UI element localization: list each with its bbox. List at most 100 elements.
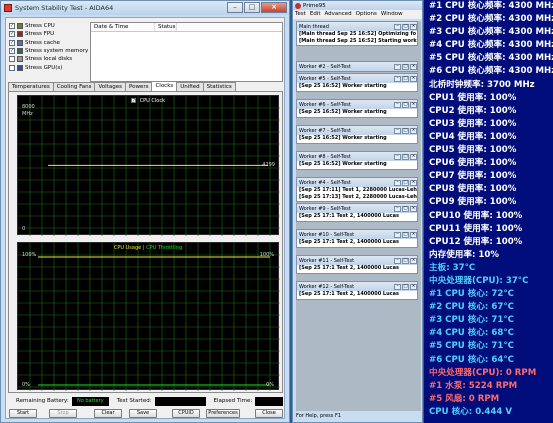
prime95-worker-window[interactable]: Worker #10 - Self-Test – □ × [Sep 25 17:1 Te… [296,229,418,248]
worker-window-titlebar[interactable]: Worker #8 - Self-Test – □ × [297,152,417,161]
tab-powers[interactable]: Powers [124,82,153,91]
maximize-button[interactable]: □ [244,2,260,13]
stress-option[interactable]: ✓ Stress cache [9,39,87,47]
prime95-worker-window[interactable]: Worker #12 - Self-Test – □ × [Sep 25 17:1 Te… [296,281,418,300]
stress-log-table[interactable]: Date & Time Status [90,22,283,82]
worker-minimize-button[interactable]: – [394,257,401,264]
prime95-worker-window[interactable]: Worker #6 - Self-Test – □ × [Sep 25 16:52] W… [296,99,418,118]
worker-minimize-button[interactable]: – [394,75,401,82]
menu-window[interactable]: Window [381,10,403,19]
worker-close-button[interactable]: × [410,257,417,264]
worker-close-button[interactable]: × [410,231,417,238]
prime95-worker-window[interactable]: Worker #8 - Self-Test – □ × [Sep 25 16:52] W… [296,151,418,170]
worker-close-button[interactable]: × [410,23,417,30]
stress-option[interactable]: ✓ Stress system memory [9,47,88,55]
worker-maximize-button[interactable]: □ [402,283,409,290]
worker-maximize-button[interactable]: □ [402,231,409,238]
cpu-clock-checkbox[interactable]: ✓ [131,98,136,104]
worker-minimize-button[interactable]: – [394,101,401,108]
aida64-titlebar[interactable]: System Stability Test - AIDA64 – □ × [1,1,289,15]
worker-window-titlebar[interactable]: Worker #10 - Self-Test – □ × [297,230,417,239]
stop-button[interactable]: Stop [49,409,77,418]
prime95-worker-window[interactable]: Worker #7 - Self-Test – □ × [Sep 25 16:52] W… [296,125,418,144]
column-header-status[interactable]: Status [155,23,177,31]
worker-maximize-button[interactable]: □ [402,127,409,134]
close-button[interactable]: Close [255,409,283,418]
worker-window-titlebar[interactable]: Worker #6 - Self-Test – □ × [297,100,417,109]
tab-statistics[interactable]: Statistics [202,82,236,91]
sensor-row: CPU4 使用率: 100% [429,131,517,142]
worker-minimize-button[interactable]: – [394,23,401,30]
start-button[interactable]: Start [9,409,37,418]
worker-window-titlebar[interactable]: Worker #4 - Self-Test – □ × [297,178,417,187]
worker-maximize-button[interactable]: □ [402,75,409,82]
worker-window-title: Worker #11 - Self-Test [299,257,355,264]
stress-checkbox[interactable]: ✓ [9,48,15,55]
prime95-worker-window[interactable]: Worker #11 - Self-Test – □ × [Sep 25 17:1 Te… [296,255,418,274]
worker-close-button[interactable]: × [410,127,417,134]
menu-advanced[interactable]: Advanced [325,10,352,19]
preferences-button[interactable]: Preferences [206,409,240,418]
prime95-worker-window[interactable]: Worker #9 - Self-Test – □ × [Sep 25 17:1 Tes… [296,203,418,222]
worker-close-button[interactable]: × [410,75,417,82]
stress-checkbox[interactable]: ✓ [9,23,15,30]
close-window-button[interactable]: × [261,2,287,13]
clear-button[interactable]: Clear [94,409,122,418]
worker-window-titlebar[interactable]: Worker #7 - Self-Test – □ × [297,126,417,135]
menu-test[interactable]: Test [295,10,306,19]
prime95-titlebar[interactable]: Prime95 [293,1,422,10]
worker-window-titlebar[interactable]: Worker #11 - Self-Test – □ × [297,256,417,265]
worker-maximize-button[interactable]: □ [402,179,409,186]
worker-window-titlebar[interactable]: Main thread – □ × [297,22,417,31]
stress-checkbox[interactable] [9,64,15,71]
worker-maximize-button[interactable]: □ [402,153,409,160]
worker-close-button[interactable]: × [410,205,417,212]
worker-maximize-button[interactable]: □ [402,63,409,70]
tab-temperatures[interactable]: Temperatures [8,82,54,91]
worker-close-button[interactable]: × [410,283,417,290]
menu-options[interactable]: Options [356,10,377,19]
stress-checkbox[interactable]: ✓ [9,31,15,38]
tab-voltages[interactable]: Voltages [94,82,126,91]
worker-minimize-button[interactable]: – [394,231,401,238]
worker-minimize-button[interactable]: – [394,127,401,134]
worker-minimize-button[interactable]: – [394,179,401,186]
worker-close-button[interactable]: × [410,63,417,70]
worker-minimize-button[interactable]: – [394,283,401,290]
worker-maximize-button[interactable]: □ [402,23,409,30]
tab-unified[interactable]: Unified [176,82,204,91]
worker-minimize-button[interactable]: – [394,63,401,70]
stress-checkbox[interactable]: ✓ [9,39,15,46]
worker-minimize-button[interactable]: – [394,205,401,212]
cpuid-button[interactable]: CPUID [172,409,200,418]
menu-edit[interactable]: Edit [310,10,321,19]
stress-option[interactable]: ✓ Stress FPU [9,30,87,38]
worker-minimize-button[interactable]: – [394,153,401,160]
stress-option[interactable]: ✓ Stress CPU [9,22,87,30]
worker-window-titlebar[interactable]: Worker #12 - Self-Test – □ × [297,282,417,291]
worker-log-line: [Sep 25 16:52] Worker starting [299,83,387,89]
prime95-worker-window[interactable]: Worker #4 - Self-Test – □ × [Sep 25 17:11] T… [296,177,418,202]
tab-clocks[interactable]: Clocks [151,81,178,91]
worker-maximize-button[interactable]: □ [402,257,409,264]
worker-maximize-button[interactable]: □ [402,205,409,212]
save-button[interactable]: Save [129,409,157,418]
prime95-worker-window[interactable]: Worker #5 - Self-Test – □ × [Sep 25 16:52] W… [296,73,418,92]
worker-window-titlebar[interactable]: Worker #9 - Self-Test – □ × [297,204,417,213]
tab-cooling-fans[interactable]: Cooling Fans [52,82,96,91]
stress-checkbox[interactable] [9,56,15,63]
stress-option[interactable]: Stress local disks [9,55,87,63]
worker-window-titlebar[interactable]: Worker #2 - Self-Test – □ × [297,62,417,71]
column-header-date-time[interactable]: Date & Time [91,23,155,31]
worker-maximize-button[interactable]: □ [402,101,409,108]
minimize-button[interactable]: – [227,2,243,13]
stress-option[interactable]: Stress GPU(s) [9,63,87,71]
worker-window-controls: – □ × [393,179,417,186]
worker-log-line: [Sep 25 17:1 Test 2, 1400000 Lucas [299,265,399,271]
worker-close-button[interactable]: × [410,153,417,160]
prime95-worker-window[interactable]: Main thread – □ × [Main thread Sep 25 16:52]… [296,21,418,46]
worker-window-titlebar[interactable]: Worker #5 - Self-Test – □ × [297,74,417,83]
worker-close-button[interactable]: × [410,179,417,186]
prime95-worker-window[interactable]: Worker #2 - Self-Test – □ × [296,61,418,72]
worker-close-button[interactable]: × [410,101,417,108]
